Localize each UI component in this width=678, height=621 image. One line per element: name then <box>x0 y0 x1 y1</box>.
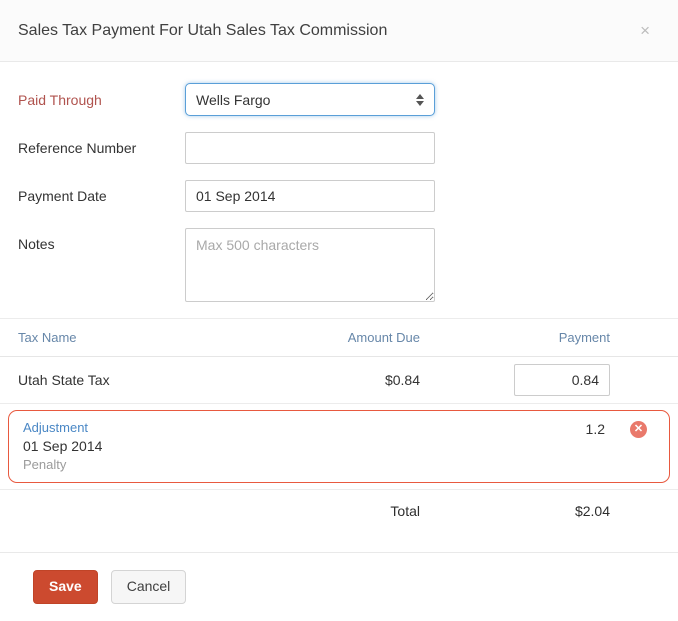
modal-header: Sales Tax Payment For Utah Sales Tax Com… <box>0 0 678 62</box>
notes-row: Notes <box>18 228 660 302</box>
reference-number-row: Reference Number <box>18 132 660 164</box>
delete-adjustment-icon[interactable]: ✕ <box>630 421 647 438</box>
notes-textarea[interactable] <box>185 228 435 302</box>
paid-through-label: Paid Through <box>18 92 185 108</box>
payment-amount-input[interactable] <box>514 364 610 396</box>
tax-table: Tax Name Amount Due Payment Utah State T… <box>0 318 678 532</box>
sales-tax-payment-modal: Sales Tax Payment For Utah Sales Tax Com… <box>0 0 678 621</box>
save-button[interactable]: Save <box>33 570 98 603</box>
adjustment-row: Adjustment 01 Sep 2014 Penalty 1.2 ✕ <box>8 410 670 483</box>
payment-date-row: Payment Date <box>18 180 660 212</box>
payment-date-input[interactable] <box>185 180 435 212</box>
modal-footer: Save Cancel <box>0 552 678 621</box>
paid-through-select[interactable]: Wells Fargo <box>185 83 435 116</box>
paid-through-value: Wells Fargo <box>196 92 270 108</box>
total-row: Total $2.04 <box>0 489 678 532</box>
adjustment-date: 01 Sep 2014 <box>23 438 586 454</box>
select-stepper-icon <box>416 94 424 106</box>
header-amount-due: Amount Due <box>270 330 420 345</box>
tax-name-cell: Utah State Tax <box>18 372 270 388</box>
modal-title: Sales Tax Payment For Utah Sales Tax Com… <box>18 22 387 40</box>
amount-due-cell: $0.84 <box>270 372 420 388</box>
cancel-button[interactable]: Cancel <box>111 570 187 603</box>
reference-number-label: Reference Number <box>18 140 185 156</box>
paid-through-row: Paid Through Wells Fargo <box>18 83 660 116</box>
notes-label: Notes <box>18 228 185 252</box>
table-header-row: Tax Name Amount Due Payment <box>0 318 678 357</box>
adjustment-link[interactable]: Adjustment <box>23 420 586 435</box>
header-payment: Payment <box>420 330 610 345</box>
reference-number-input[interactable] <box>185 132 435 164</box>
payment-date-label: Payment Date <box>18 188 185 204</box>
total-label: Total <box>270 503 420 519</box>
table-row: Utah State Tax $0.84 <box>0 357 678 404</box>
total-value: $2.04 <box>420 503 610 519</box>
header-tax-name: Tax Name <box>18 330 270 345</box>
adjustment-details: Adjustment 01 Sep 2014 Penalty <box>23 420 586 472</box>
adjustment-reason: Penalty <box>23 457 586 472</box>
close-icon[interactable]: × <box>640 22 650 39</box>
adjustment-amount: 1.2 <box>586 420 605 437</box>
modal-body: Paid Through Wells Fargo Reference Numbe… <box>0 62 678 552</box>
